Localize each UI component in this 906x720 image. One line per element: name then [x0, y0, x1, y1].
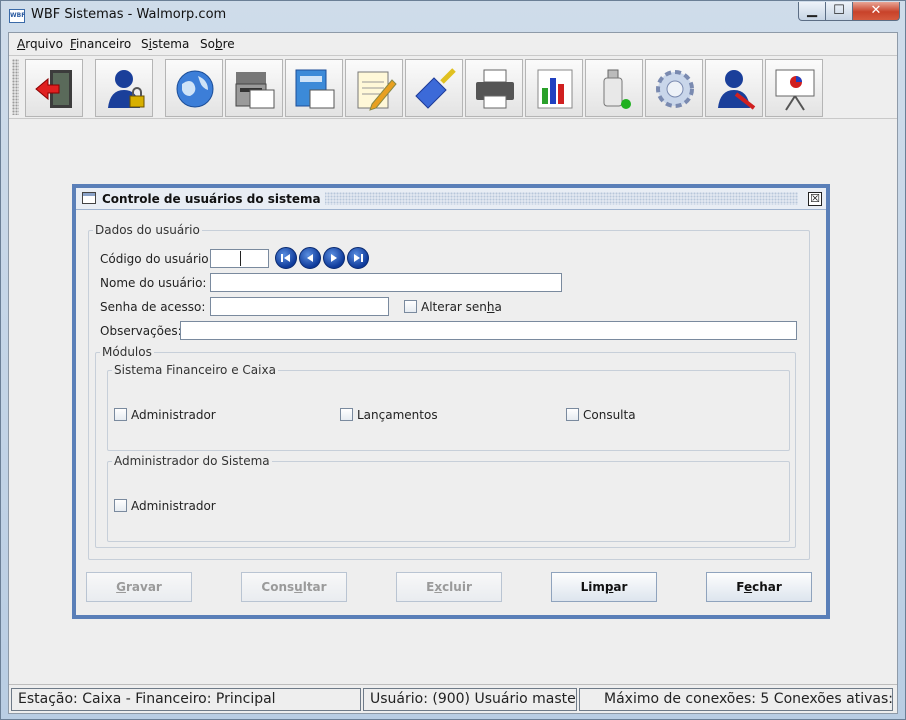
application-window: WBF WBF Sistemas - Walmorp.com ▁ ☐ ✕ Arq…: [0, 0, 906, 720]
previous-record-icon: [307, 254, 313, 262]
first-record-icon: [281, 254, 290, 262]
printer-icon: [476, 69, 514, 109]
previous-record-button[interactable]: [299, 247, 321, 269]
toolbar-clean-button[interactable]: [405, 59, 463, 117]
usb-drive-icon: [603, 69, 631, 109]
title-bar-texture: [291, 192, 798, 205]
title-bar: WBF WBF Sistemas - Walmorp.com ▁ ☐ ✕: [1, 1, 905, 31]
fin-admin-checkbox[interactable]: [114, 408, 127, 421]
client-area: Arquivo Financeiro Sistema Sobre Control…: [8, 32, 898, 714]
menu-sistema[interactable]: Sistema: [141, 37, 189, 51]
minimize-button[interactable]: ▁: [798, 2, 826, 21]
toolbar-user-tools-button[interactable]: [705, 59, 763, 117]
alterar-senha-label[interactable]: Alterar senha: [421, 300, 502, 314]
menu-bar: Arquivo Financeiro Sistema Sobre: [9, 33, 897, 55]
consultar-button[interactable]: Consultar: [241, 572, 347, 602]
nome-label: Nome do usuário:: [100, 276, 207, 290]
financial-system-legend: Sistema Financeiro e Caixa: [112, 363, 278, 377]
cash-register-icon: [235, 72, 275, 109]
menu-sobre[interactable]: Sobre: [200, 37, 235, 51]
status-bar: Estação: Caixa - Financeiro: Principal U…: [9, 684, 897, 713]
fin-admin-label[interactable]: Administrador: [131, 408, 216, 422]
user-tools-icon: [718, 70, 756, 110]
last-record-button[interactable]: [347, 247, 369, 269]
fin-lancamentos-checkbox[interactable]: [340, 408, 353, 421]
senha-input[interactable]: [210, 297, 389, 316]
toolbar-globe-button[interactable]: [165, 59, 223, 117]
next-record-icon: [331, 254, 337, 262]
user-lock-icon: [108, 70, 145, 108]
last-record-icon: [354, 254, 363, 262]
sys-admin-label[interactable]: Administrador: [131, 499, 216, 513]
sys-admin-checkbox[interactable]: [114, 499, 127, 512]
notepad-pencil-icon: [357, 71, 397, 111]
toolbar-user-lock-button[interactable]: [95, 59, 153, 117]
status-user: Usuário: (900) Usuário master do sistema: [363, 688, 577, 711]
toolbar-settings-button[interactable]: [645, 59, 703, 117]
maximize-icon: ☐: [833, 3, 845, 18]
fin-consulta-label[interactable]: Consulta: [583, 408, 636, 422]
exit-door-icon: [35, 70, 72, 108]
presentation-board-icon: [775, 69, 815, 111]
document-box-icon: [295, 69, 335, 109]
limpar-button[interactable]: Limpar: [551, 572, 657, 602]
dialog-title: Controle de usuários do sistema: [102, 192, 325, 206]
nome-input[interactable]: [210, 273, 562, 292]
toolbar: [9, 55, 897, 119]
financial-system-group: Sistema Financeiro e Caixa Administrador…: [107, 363, 790, 451]
dialog-title-bar[interactable]: Controle de usuários do sistema ☒: [76, 188, 826, 210]
toolbar-usb-button[interactable]: [585, 59, 643, 117]
status-station: Estação: Caixa - Financeiro: Principal: [11, 688, 361, 711]
modules-group: Módulos Sistema Financeiro e Caixa Admin…: [95, 345, 796, 548]
close-icon: ☒: [810, 192, 820, 205]
dialog-button-row: Gravar Consultar Excluir Limpar Fechar: [86, 572, 816, 602]
window-title: WBF Sistemas - Walmorp.com: [31, 7, 227, 22]
app-logo-icon: WBF: [9, 9, 25, 23]
maximize-button[interactable]: ☐: [826, 2, 853, 21]
toolbar-presentation-button[interactable]: [765, 59, 823, 117]
fin-lancamentos-label[interactable]: Lançamentos: [357, 408, 438, 422]
toolbar-print-button[interactable]: [465, 59, 523, 117]
senha-label: Senha de acesso:: [100, 300, 206, 314]
observacoes-label: Observações:: [100, 324, 182, 338]
system-admin-legend: Administrador do Sistema: [112, 454, 272, 468]
bar-chart-icon: [537, 69, 573, 109]
alterar-senha-checkbox[interactable]: [404, 300, 417, 313]
toolbar-register-button[interactable]: [225, 59, 283, 117]
status-connections: Máximo de conexões: 5 Conexões ativas: 1: [579, 688, 893, 711]
observacoes-input[interactable]: [180, 321, 797, 340]
dialog-close-button[interactable]: ☒: [808, 192, 822, 206]
toolbar-exit-button[interactable]: [25, 59, 83, 117]
system-admin-group: Administrador do Sistema Administrador: [107, 454, 790, 542]
first-record-button[interactable]: [275, 247, 297, 269]
globe-icon: [176, 70, 214, 108]
toolbar-notes-button[interactable]: [345, 59, 403, 117]
settings-gear-icon: [656, 70, 694, 108]
text-caret: [240, 251, 241, 266]
toolbar-grip[interactable]: [12, 59, 19, 115]
fin-consulta-checkbox[interactable]: [566, 408, 579, 421]
next-record-button[interactable]: [323, 247, 345, 269]
close-icon: ✕: [870, 3, 882, 18]
fechar-button[interactable]: Fechar: [706, 572, 812, 602]
user-data-legend: Dados do usuário: [93, 223, 202, 237]
user-control-dialog: Controle de usuários do sistema ☒ Dados …: [72, 184, 830, 619]
toolbar-chart-button[interactable]: [525, 59, 583, 117]
user-data-group: Dados do usuário Código do usuário: Nome…: [88, 223, 810, 560]
gravar-button[interactable]: Gravar: [86, 572, 192, 602]
menu-financeiro[interactable]: Financeiro: [70, 37, 131, 51]
toolbar-documents-button[interactable]: [285, 59, 343, 117]
minimize-icon: ▁: [807, 3, 817, 18]
menu-arquivo[interactable]: Arquivo: [17, 37, 63, 51]
frame-icon: [82, 192, 96, 204]
close-window-button[interactable]: ✕: [853, 2, 900, 21]
excluir-button[interactable]: Excluir: [396, 572, 502, 602]
record-navigator: [275, 247, 371, 269]
codigo-label: Código do usuário:: [100, 252, 213, 266]
modules-legend: Módulos: [100, 345, 154, 359]
cleaning-brush-icon: [415, 68, 456, 109]
